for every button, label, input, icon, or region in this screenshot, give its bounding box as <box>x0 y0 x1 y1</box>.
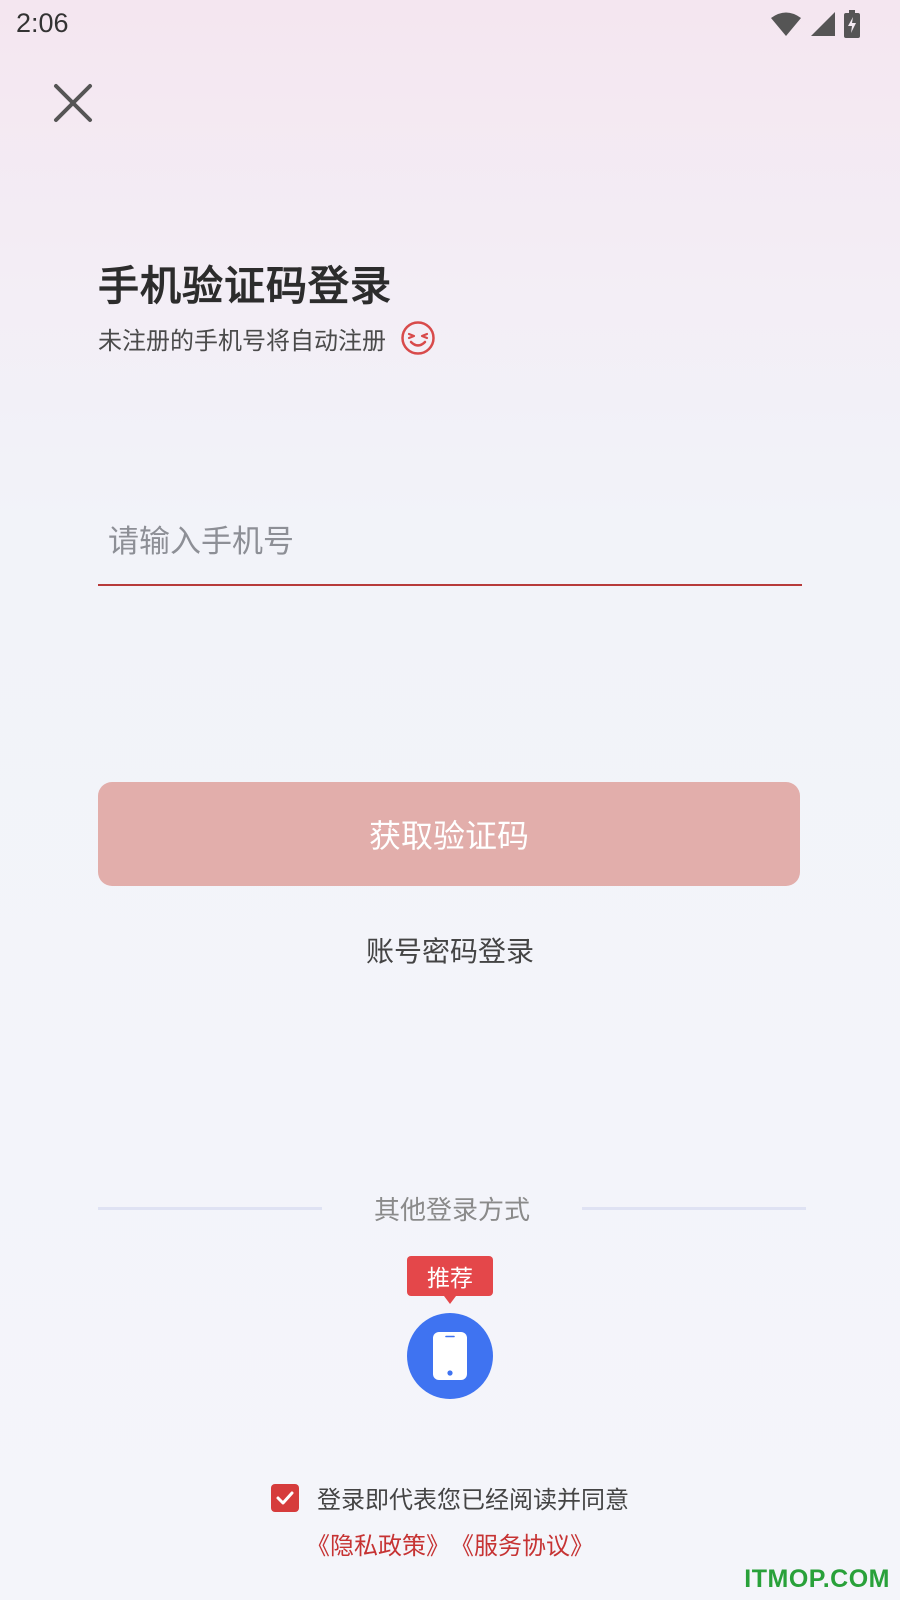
close-button[interactable] <box>50 80 96 126</box>
phone-input[interactable] <box>98 500 802 586</box>
password-login-link[interactable]: 账号密码登录 <box>0 930 900 970</box>
battery-charging-icon <box>844 10 860 38</box>
status-time: 2:06 <box>16 8 69 38</box>
cell-signal-icon <box>811 12 835 36</box>
checkmark-icon <box>276 1491 294 1504</box>
agreement-row: 登录即代表您已经阅读并同意 <box>0 1480 900 1515</box>
smiley-icon <box>401 321 435 355</box>
get-code-label: 获取验证码 <box>368 817 529 855</box>
service-agreement-link[interactable]: 《服务协议》 <box>450 1526 594 1561</box>
status-icons <box>770 10 860 38</box>
mobile-phone-icon <box>433 1332 467 1380</box>
privacy-policy-link[interactable]: 《隐私政策》 <box>306 1526 450 1561</box>
get-code-button[interactable]: 获取验证码 <box>98 782 800 886</box>
phone-login-button[interactable] <box>407 1313 493 1399</box>
subtitle-row: 未注册的手机号将自动注册 <box>98 320 436 356</box>
page-title: 手机验证码登录 <box>98 262 392 310</box>
divider-left <box>98 1207 322 1210</box>
agreement-text: 登录即代表您已经阅读并同意 <box>317 1486 629 1514</box>
recommend-badge-label: 推荐 <box>427 1266 473 1292</box>
divider-right <box>582 1207 806 1210</box>
recommend-badge: 推荐 <box>407 1256 493 1304</box>
policy-links: 《隐私政策》 《服务协议》 <box>0 1526 900 1561</box>
other-login-label: 其他登录方式 <box>373 1196 530 1226</box>
agreement-checkbox[interactable] <box>271 1483 299 1512</box>
wifi-icon <box>771 12 801 36</box>
watermark: ITMOP.COM <box>744 1565 890 1593</box>
subtitle: 未注册的手机号将自动注册 <box>98 326 386 355</box>
close-icon <box>54 84 92 122</box>
